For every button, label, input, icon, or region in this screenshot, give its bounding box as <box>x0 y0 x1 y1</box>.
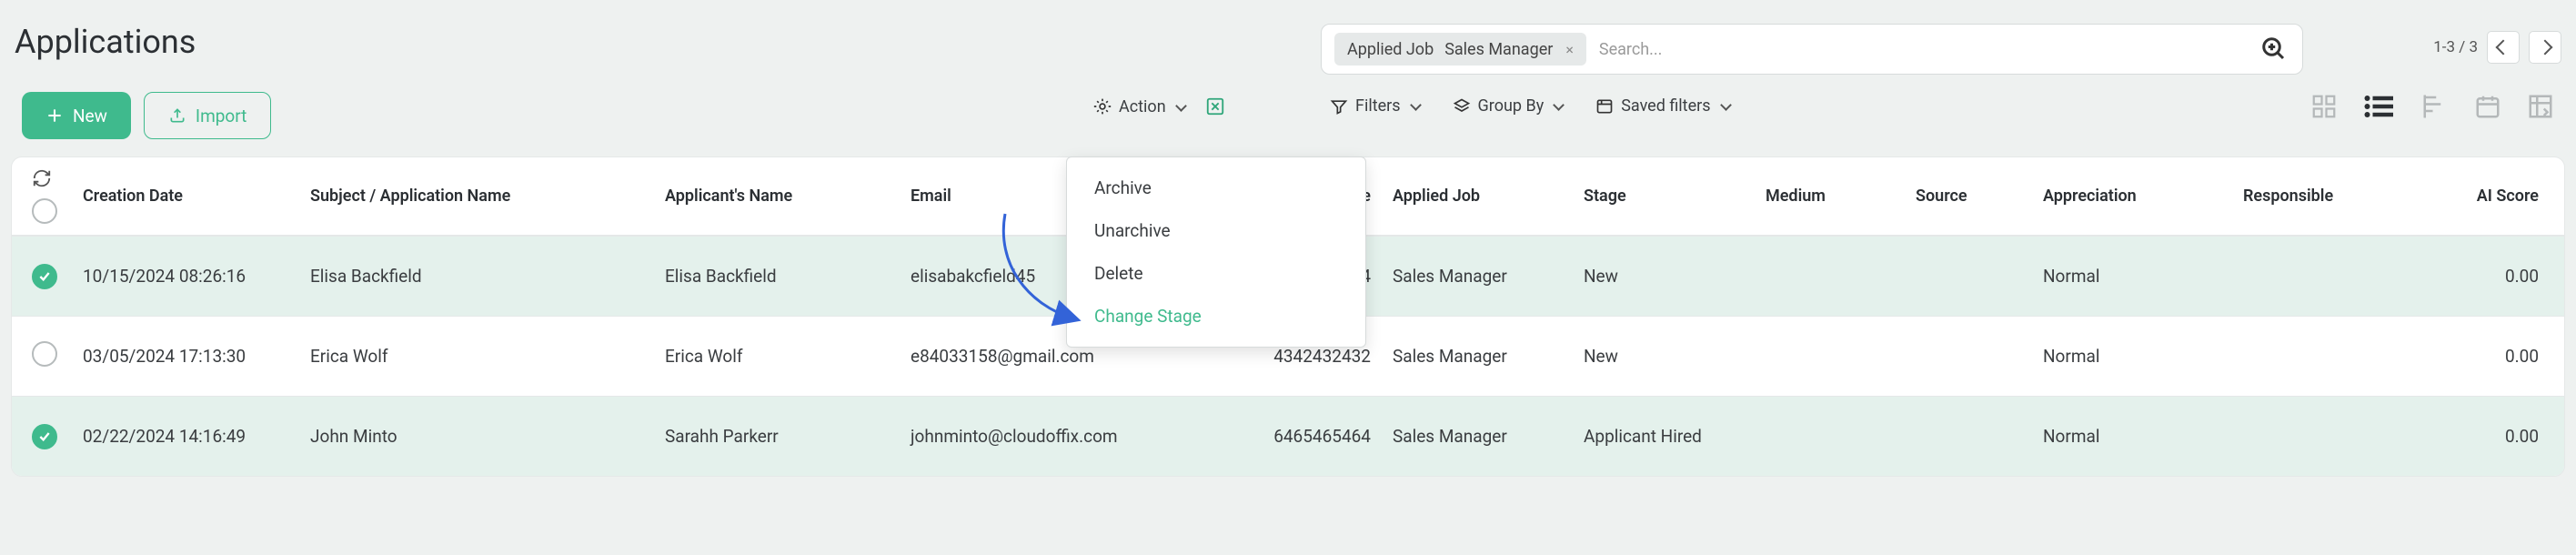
chip-facet: Applied Job <box>1347 40 1434 59</box>
gantt-icon <box>2421 93 2449 120</box>
cell-applicant: Sarahh Parkerr <box>658 426 903 447</box>
col-subject[interactable]: Subject / Application Name <box>303 187 658 206</box>
chevron-down-icon <box>1553 99 1565 111</box>
group-by-dropdown[interactable]: Group By <box>1453 96 1564 116</box>
cell-applicant: Elisa Backfield <box>658 266 903 287</box>
col-stage[interactable]: Stage <box>1576 187 1758 206</box>
cell-ai-score: 0.00 <box>2498 266 2564 287</box>
calendar-icon <box>2474 93 2501 120</box>
view-pivot[interactable] <box>2527 93 2554 124</box>
saved-filters-dropdown[interactable]: Saved filters <box>1595 96 1729 116</box>
list-icon <box>2363 93 2396 120</box>
plus-icon <box>45 106 64 125</box>
filters-dropdown[interactable]: Filters <box>1330 96 1420 116</box>
chip-value: Sales Manager <box>1444 40 1553 59</box>
pager: 1-3 / 3 <box>2433 31 2561 64</box>
cell-date: 10/15/2024 08:26:16 <box>75 266 303 287</box>
cell-appreciation: Normal <box>2036 346 2236 367</box>
funnel-icon <box>1330 97 1348 116</box>
cell-applicant: Erica Wolf <box>658 346 903 367</box>
refresh-icon[interactable] <box>32 168 52 193</box>
cell-applied-job: Sales Manager <box>1385 266 1576 287</box>
action-menu: Archive Unarchive Delete Change Stage <box>1066 156 1366 348</box>
action-label: Action <box>1119 97 1166 116</box>
row-checkbox[interactable] <box>32 341 57 367</box>
col-applicant[interactable]: Applicant's Name <box>658 187 903 206</box>
cell-subject: Erica Wolf <box>303 346 658 367</box>
cell-date: 02/22/2024 14:16:49 <box>75 426 303 447</box>
chevron-down-icon <box>1410 99 1422 111</box>
cell-ai-score: 0.00 <box>2498 346 2564 367</box>
group-by-label: Group By <box>1478 96 1545 116</box>
row-checkbox[interactable] <box>32 424 57 449</box>
col-responsible[interactable]: Responsible <box>2236 187 2427 206</box>
menu-archive[interactable]: Archive <box>1067 166 1365 209</box>
import-label: Import <box>196 106 247 126</box>
new-button[interactable]: New <box>22 92 131 139</box>
saved-icon <box>1595 97 1614 116</box>
import-button[interactable]: Import <box>144 92 271 139</box>
gear-sparkle-icon <box>1093 97 1112 116</box>
spreadsheet-icon <box>1205 96 1225 116</box>
chevron-left-icon <box>2496 40 2511 56</box>
chevron-down-icon <box>1720 99 1732 111</box>
cell-phone: 4342432432 <box>1266 346 1385 367</box>
search-input[interactable] <box>1597 39 2248 60</box>
cell-subject: Elisa Backfield <box>303 266 658 287</box>
chip-remove-icon[interactable]: × <box>1562 41 1577 58</box>
menu-change-stage[interactable]: Change Stage <box>1067 295 1365 338</box>
annotation-arrow <box>991 209 1092 337</box>
export-xls-button[interactable] <box>1205 96 1225 116</box>
cell-stage: New <box>1576 266 1758 287</box>
pivot-icon <box>2527 93 2554 120</box>
pager-prev-button[interactable] <box>2487 31 2520 64</box>
search-bar[interactable]: Applied Job Sales Manager × <box>1321 24 2303 75</box>
pager-next-button[interactable] <box>2529 31 2561 64</box>
pager-text: 1-3 / 3 <box>2433 38 2478 56</box>
cell-stage: Applicant Hired <box>1576 426 1758 447</box>
grid-icon <box>2310 93 2338 120</box>
menu-delete[interactable]: Delete <box>1067 252 1365 295</box>
saved-filters-label: Saved filters <box>1621 96 1710 116</box>
action-dropdown[interactable]: Action <box>1093 97 1185 116</box>
cell-phone: 6465465464 <box>1266 426 1385 447</box>
col-ai-score[interactable]: AI Score <box>2470 187 2564 206</box>
view-list[interactable] <box>2363 93 2396 124</box>
view-kanban[interactable] <box>2310 93 2338 124</box>
filters-label: Filters <box>1355 96 1401 116</box>
chevron-right-icon <box>2538 40 2553 56</box>
col-medium[interactable]: Medium <box>1758 187 1908 206</box>
view-gantt[interactable] <box>2421 93 2449 124</box>
filter-chip-applied-job[interactable]: Applied Job Sales Manager × <box>1334 33 1586 66</box>
cell-stage: New <box>1576 346 1758 367</box>
chevron-down-icon <box>1175 100 1187 112</box>
row-checkbox[interactable] <box>32 264 57 289</box>
upload-icon <box>168 106 186 125</box>
cell-subject: John Minto <box>303 426 658 447</box>
page-title: Applications <box>11 23 196 61</box>
table-row[interactable]: 02/22/2024 14:16:49John MintoSarahh Park… <box>12 396 2564 476</box>
cell-applied-job: Sales Manager <box>1385 426 1576 447</box>
view-calendar[interactable] <box>2474 93 2501 124</box>
new-label: New <box>73 106 107 126</box>
cell-applied-job: Sales Manager <box>1385 346 1576 367</box>
col-appreciation[interactable]: Appreciation <box>2036 187 2236 206</box>
cell-email: e84033158@gmail.com <box>903 346 1231 367</box>
col-source[interactable]: Source <box>1908 187 2036 206</box>
select-all-checkbox[interactable] <box>32 198 57 224</box>
cell-appreciation: Normal <box>2036 266 2236 287</box>
menu-unarchive[interactable]: Unarchive <box>1067 209 1365 252</box>
col-creation-date[interactable]: Creation Date <box>75 187 303 206</box>
search-icon[interactable] <box>2259 34 2289 65</box>
cell-appreciation: Normal <box>2036 426 2236 447</box>
cell-ai-score: 0.00 <box>2498 426 2564 447</box>
col-applied-job[interactable]: Applied Job <box>1385 187 1576 206</box>
cell-email: johnminto@cloudoffix.com <box>903 426 1231 447</box>
cell-date: 03/05/2024 17:13:30 <box>75 346 303 367</box>
layers-icon <box>1453 97 1471 116</box>
